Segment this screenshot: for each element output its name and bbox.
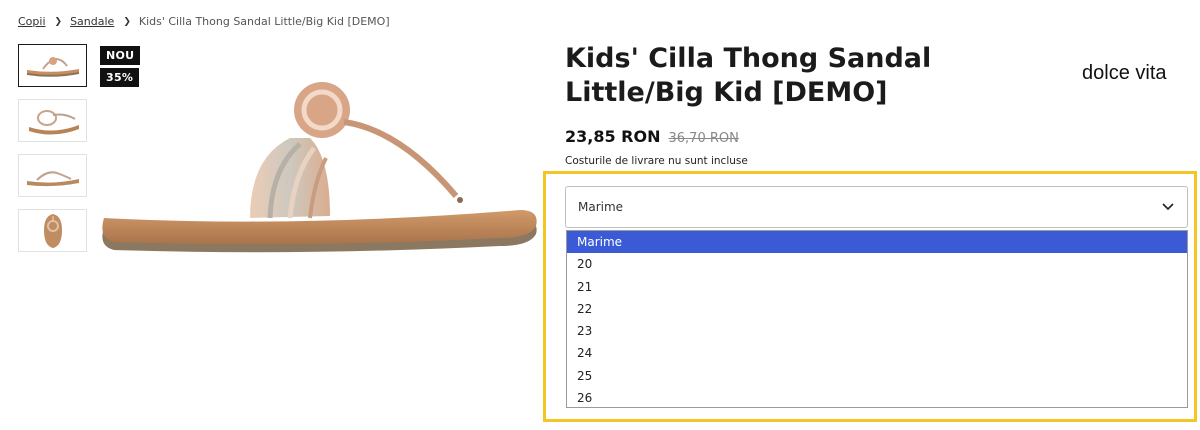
shipping-note: Costurile de livrare nu sunt incluse [565, 155, 748, 167]
thumbnail-side-view[interactable] [18, 44, 87, 87]
size-option[interactable]: 22 [567, 298, 1187, 320]
price-block: 23,85 RON 36,70 RON [565, 127, 739, 146]
thumbnail-gallery [18, 44, 87, 264]
breadcrumb-current: Kids' Cilla Thong Sandal Little/Big Kid … [138, 15, 390, 28]
size-option[interactable]: 20 [567, 253, 1187, 275]
size-option[interactable]: 25 [567, 365, 1187, 387]
size-option[interactable]: 21 [567, 276, 1187, 298]
product-title: Kids' Cilla Thong Sandal Little/Big Kid … [565, 43, 932, 108]
size-select-value: Marime [578, 200, 624, 214]
breadcrumb-link-copii[interactable]: Copii [18, 15, 46, 28]
size-option[interactable]: 23 [567, 320, 1187, 342]
size-dropdown-list: Marime 20 21 22 23 24 25 26 [566, 230, 1188, 408]
size-option[interactable]: Marime [567, 231, 1187, 254]
thumbnail-angle-view[interactable] [18, 99, 87, 142]
product-main-image[interactable] [100, 78, 540, 278]
brand-name[interactable]: dolce vita [1082, 62, 1167, 85]
new-badge: NOU [100, 46, 141, 65]
chevron-right-icon: ❯ [54, 16, 63, 27]
original-price: 36,70 RON [668, 131, 739, 146]
breadcrumb-link-sandale[interactable]: Sandale [70, 15, 114, 28]
thumbnail-inside-view[interactable] [18, 154, 87, 197]
chevron-right-icon: ❯ [123, 16, 131, 27]
size-select[interactable]: Marime [565, 186, 1188, 228]
current-price: 23,85 RON [565, 127, 661, 146]
breadcrumb: Copii ❯ Sandale ❯ Kids' Cilla Thong Sand… [18, 15, 390, 28]
thumbnail-top-view[interactable] [18, 209, 87, 252]
chevron-down-icon [1161, 200, 1175, 214]
size-option[interactable]: 26 [567, 387, 1187, 409]
size-option[interactable]: 24 [567, 342, 1187, 364]
